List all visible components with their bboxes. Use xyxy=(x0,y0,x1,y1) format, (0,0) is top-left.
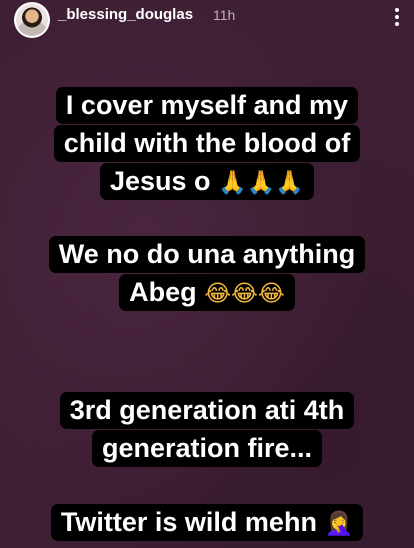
more-options-icon[interactable] xyxy=(388,5,406,29)
text-line: Abeg 😂😂😂 xyxy=(119,274,295,311)
text-line-content: Twitter is wild mehn xyxy=(60,507,317,537)
text-line-content: We no do una anything xyxy=(58,239,356,269)
text-block-prayer: I cover myself and my child with the blo… xyxy=(0,87,414,201)
menu-dot xyxy=(395,22,399,26)
story-header: _blessing_douglas 11h xyxy=(0,0,414,40)
text-line: child with the blood of xyxy=(53,125,361,162)
text-line: I cover myself and my xyxy=(55,87,359,124)
facepalm-icon: 🤦‍♀️ xyxy=(324,511,354,537)
praying-hands-icon: 🙏🙏🙏 xyxy=(218,170,304,196)
laughing-tears-icon: 😂😂😂 xyxy=(204,281,285,307)
menu-dot xyxy=(395,15,399,19)
text-block-abeg: We no do una anything Abeg 😂😂😂 xyxy=(0,236,414,312)
text-line-content: I cover myself and my xyxy=(65,90,349,120)
avatar[interactable] xyxy=(14,2,50,38)
text-line-content: child with the blood of xyxy=(63,128,351,158)
text-block-twitter: Twitter is wild mehn 🤦‍♀️ xyxy=(0,504,414,542)
text-line-content: Abeg xyxy=(129,277,197,307)
text-line-content: generation fire... xyxy=(101,433,313,463)
text-line: We no do una anything xyxy=(48,236,366,273)
text-line: Jesus o 🙏🙏🙏 xyxy=(100,163,314,200)
time-ago: 11h xyxy=(213,7,236,23)
text-line: Twitter is wild mehn 🤦‍♀️ xyxy=(50,504,364,541)
text-line-content: Jesus o xyxy=(110,166,211,196)
story-viewer: _blessing_douglas 11h I cover myself and… xyxy=(0,0,414,548)
text-line: 3rd generation ati 4th xyxy=(59,392,355,429)
text-block-generation: 3rd generation ati 4th generation fire..… xyxy=(0,392,414,468)
username[interactable]: _blessing_douglas xyxy=(58,6,193,23)
avatar-image xyxy=(16,4,48,36)
text-line-content: 3rd generation ati 4th xyxy=(69,395,345,425)
menu-dot xyxy=(395,8,399,12)
text-line: generation fire... xyxy=(91,430,323,467)
